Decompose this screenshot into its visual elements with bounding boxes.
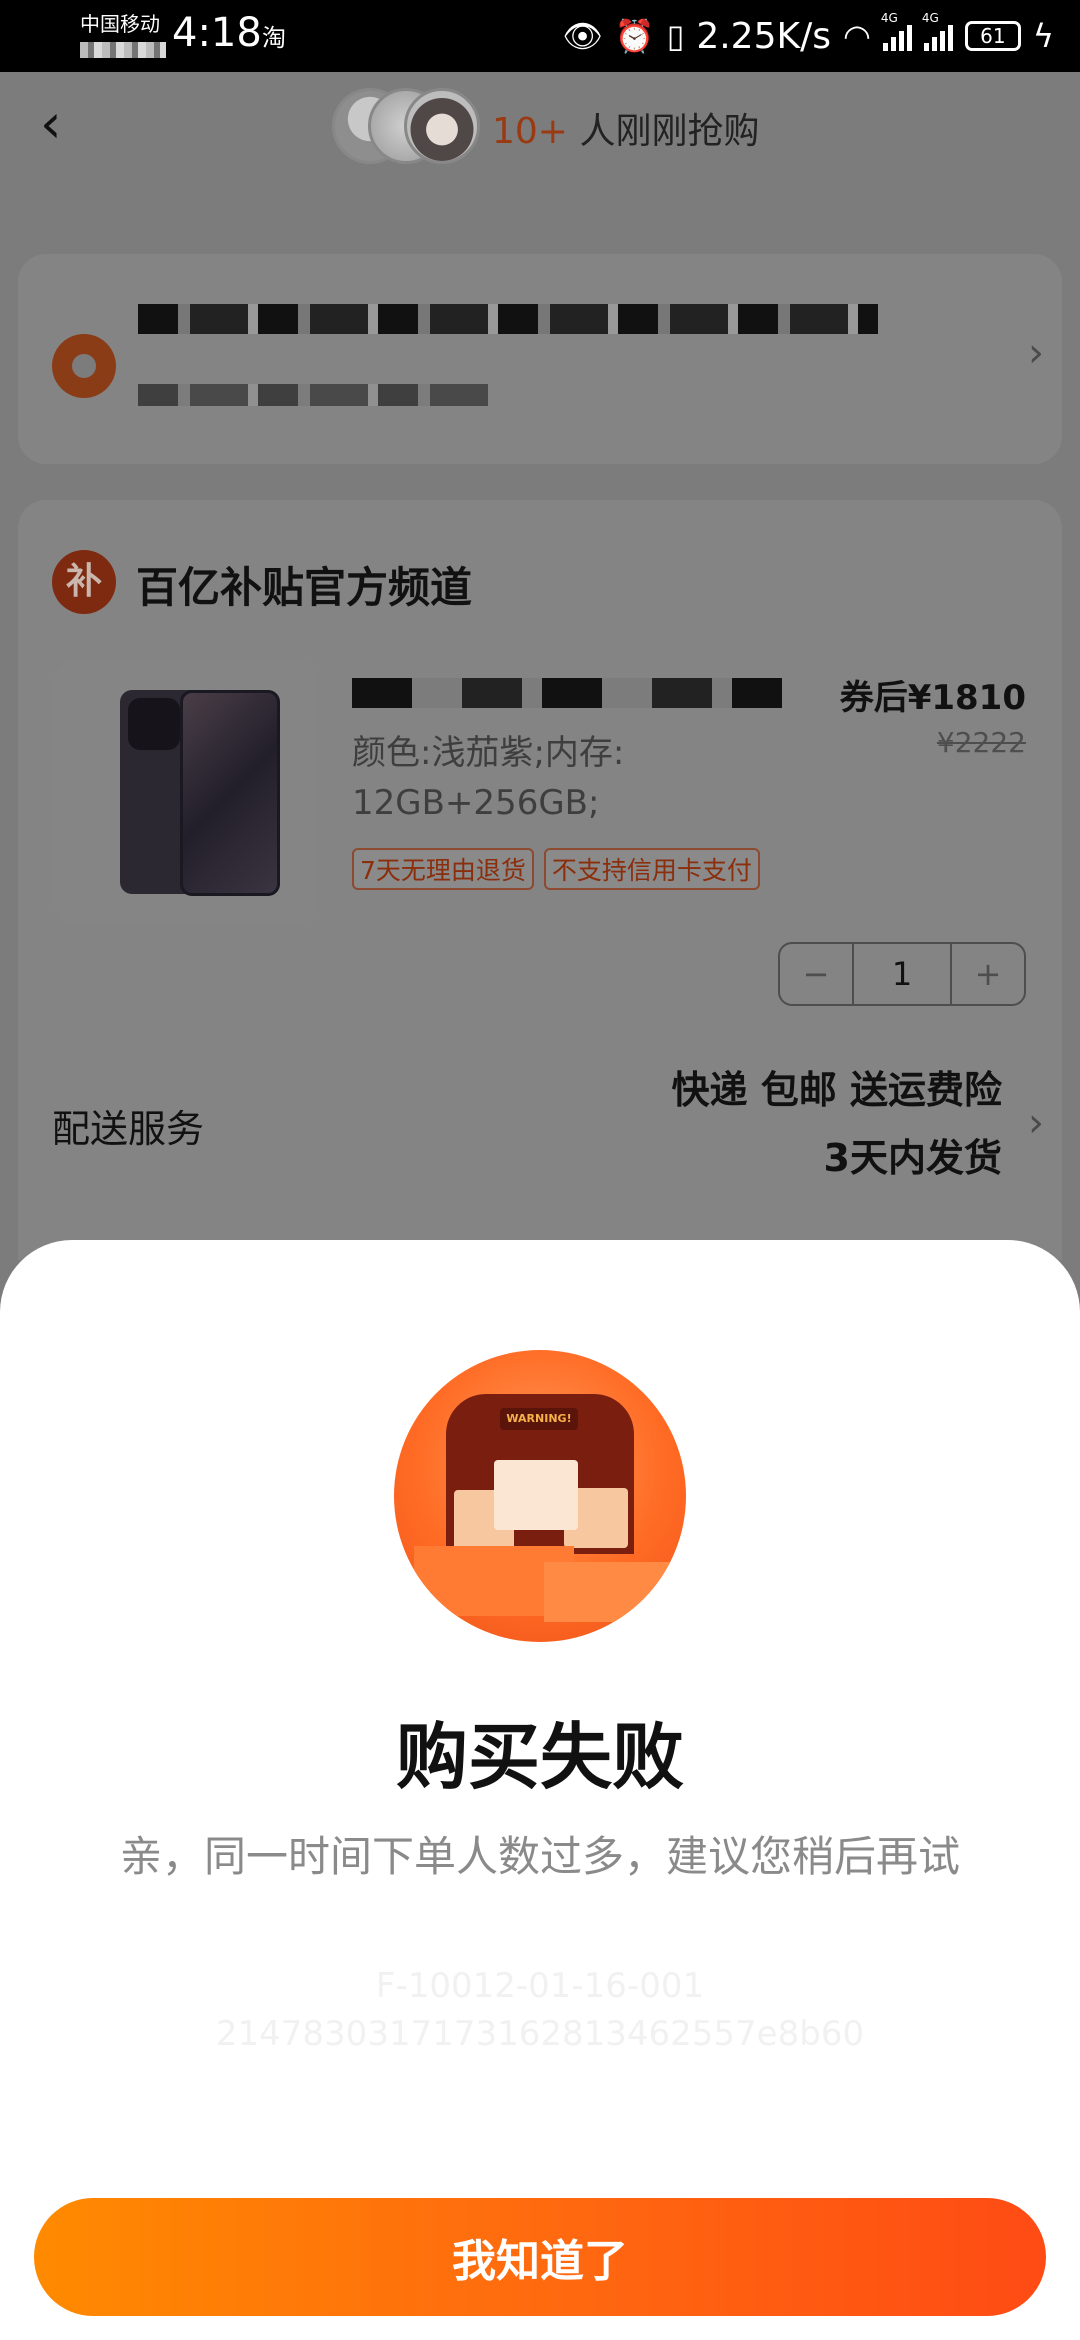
battery-icon: 61	[964, 21, 1021, 51]
modal-message: 亲，同一时间下单人数过多，建议您稍后再试	[119, 1832, 960, 1881]
tag-return-policy: 7天无理由退货	[352, 848, 534, 890]
product-price: 券后¥1810	[839, 678, 1026, 718]
purchase-failed-sheet: WARNING! 购买失败 亲，同一时间下单人数过多，建议您稍后再试 F-100…	[0, 1240, 1080, 2340]
redacted-product-title	[352, 678, 782, 708]
order-card: 补 百亿补贴官方频道 券后¥1810 ¥2222 颜色:浅茄紫;内存: 12GB…	[18, 500, 1062, 1260]
chevron-right-icon: ›	[1028, 330, 1044, 376]
wifi-icon: ◠	[842, 17, 871, 55]
buyer-count: 10+	[492, 111, 568, 152]
status-icons: 👁 ⏰ ▯ 2.25K/s ◠ 4G 4G 61 ϟ	[562, 11, 1054, 60]
increase-button[interactable]: +	[952, 944, 1024, 1004]
error-code: F-10012-01-16-001 2147830317173162813462…	[0, 1962, 1080, 2058]
app-notification-icon: 淘	[262, 24, 286, 52]
decrease-button[interactable]: −	[780, 944, 852, 1004]
product-image[interactable]	[54, 660, 318, 924]
redacted-address	[138, 304, 878, 334]
signal-icon: 4G	[922, 11, 953, 51]
alarm-icon: ⏰	[614, 17, 655, 55]
vibrate-icon: ▯	[666, 17, 685, 55]
signal-icon: 4G	[881, 11, 912, 51]
clock: 4:18	[172, 10, 262, 56]
redacted-status-text	[80, 42, 166, 58]
page-header: ‹ 10+ 人刚刚抢购	[0, 72, 1080, 182]
redacted-contact	[138, 384, 488, 406]
status-bar: 中国移动 4:18 淘 👁 ⏰ ▯ 2.25K/s ◠ 4G 4G 61 ϟ	[0, 0, 1080, 72]
shop-logo: 补	[52, 550, 116, 614]
buyer-avatars	[332, 88, 482, 164]
chevron-left-icon[interactable]: ‹	[40, 94, 62, 154]
acknowledge-button[interactable]: 我知道了	[34, 2198, 1046, 2316]
charging-icon: ϟ	[1032, 17, 1054, 55]
avatar	[404, 88, 480, 164]
parcel-box	[544, 1562, 674, 1622]
shop-name: 百亿补贴官方频道	[136, 563, 473, 612]
delivery-info[interactable]: 快递 包邮 送运费险 3天内发货	[672, 1056, 1002, 1192]
address-card[interactable]: ›	[18, 254, 1062, 464]
carrier-label: 中国移动	[80, 12, 160, 36]
quantity-value[interactable]: 1	[852, 944, 952, 1004]
warning-sign: WARNING!	[500, 1408, 578, 1430]
delivery-method: 快递 包邮 送运费险	[671, 1068, 1002, 1112]
location-pin-icon	[52, 334, 116, 398]
eye-icon: 👁	[562, 17, 603, 55]
buyer-text: 人刚刚抢购	[579, 111, 760, 152]
product-tags: 7天无理由退货 不支持信用卡支付	[352, 848, 760, 890]
modal-title: 购买失败	[395, 1715, 684, 1799]
recent-buyers-text: 10+ 人刚刚抢购	[492, 102, 759, 154]
product-spec[interactable]: 颜色:浅茄紫;内存: 12GB+256GB;	[352, 728, 692, 828]
tag-no-credit-card: 不支持信用卡支付	[543, 848, 760, 890]
warning-truck-illustration: WARNING!	[394, 1350, 686, 1642]
error-code-line: 2147830317173162813462557e8b60	[215, 2014, 865, 2054]
parcel-box	[494, 1460, 578, 1530]
phone-front-illustration	[180, 690, 280, 896]
delivery-label: 配送服务	[52, 1107, 205, 1151]
camera-module	[128, 698, 180, 750]
chevron-right-icon: ›	[1028, 1100, 1044, 1146]
network-speed: 2.25K/s	[696, 15, 831, 57]
delivery-time: 3天内发货	[823, 1136, 1002, 1180]
original-price: ¥2222	[936, 726, 1026, 759]
quantity-stepper: − 1 +	[778, 942, 1026, 1006]
error-code-line: F-10012-01-16-001	[375, 1966, 705, 2006]
